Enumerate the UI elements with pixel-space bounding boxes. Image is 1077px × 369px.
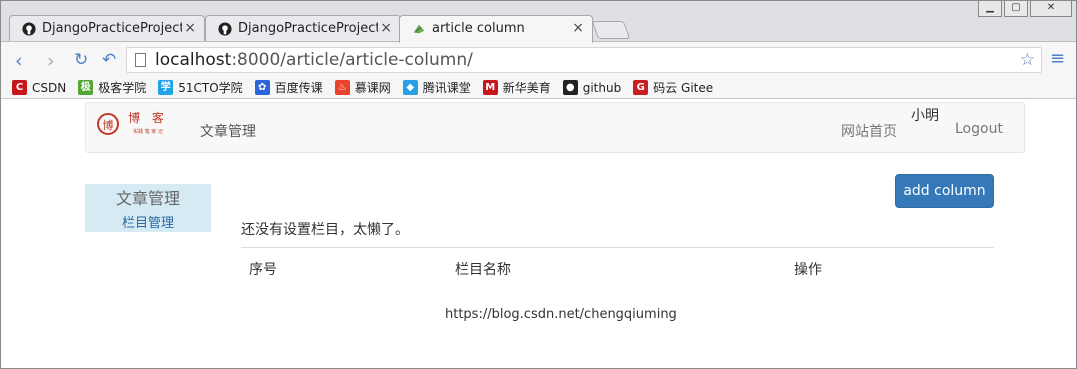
bookmark-label: CSDN (32, 80, 67, 95)
bookmark-item[interactable]: G 码云 Gitee (633, 79, 713, 96)
logo-seal-icon: 博 博 客 实践 笔 家 记 (97, 110, 168, 135)
bookmark-icon: 学 (158, 80, 174, 95)
nav-logout-link[interactable]: Logout (955, 121, 1003, 137)
column-header-action: 操作 (794, 262, 822, 278)
bookmark-label: 极客学院 (98, 81, 147, 95)
site-logo[interactable]: 博 博 客 实践 笔 家 记 (96, 106, 176, 142)
bookmark-star-icon[interactable]: ☆ (1020, 50, 1035, 70)
url-text: localhost:8000/article/article-column/ (155, 50, 473, 70)
tab-close-button[interactable]: × (380, 20, 392, 36)
bookmark-label: 慕课网 (354, 81, 391, 95)
tab-title: article column (432, 21, 525, 36)
divider (241, 247, 994, 248)
add-column-button[interactable]: add column (895, 174, 994, 208)
leaf-icon (413, 24, 425, 34)
column-header-name: 栏目名称 (455, 262, 511, 278)
bookmark-item[interactable]: M 新华美育 (482, 79, 551, 96)
bookmark-icon: G (633, 80, 649, 95)
github-icon (22, 22, 36, 36)
footer-text: https://blog.csdn.net/chengqiuming (445, 307, 677, 322)
bookmark-label: 新华美育 (502, 81, 551, 95)
sidebar-heading: 文章管理 (115, 189, 180, 208)
tab-github-2[interactable]: DjangoPracticeProject/fo × (205, 15, 401, 42)
bookmark-icon: M (482, 80, 498, 95)
bookmark-label: github (582, 80, 622, 95)
tab-close-button[interactable]: × (184, 20, 196, 36)
bookmark-item[interactable]: ♨ 慕课网 (334, 79, 391, 96)
svg-text:实践 笔 家 记: 实践 笔 家 记 (133, 128, 163, 135)
tab-title: DjangoPracticeProject/a (42, 21, 182, 36)
nav-article-manage[interactable]: 文章管理 (200, 121, 256, 141)
svg-text:博: 博 (103, 119, 114, 132)
sidebar-item-column-manage[interactable]: 栏目管理 (85, 212, 211, 231)
page-icon (135, 53, 146, 67)
bookmark-icon: ✿ (254, 80, 270, 95)
forward-icon[interactable]: › (47, 50, 55, 72)
reload-icon[interactable]: ↻ (74, 50, 88, 70)
bookmark-item[interactable]: ✿ 百度传课 (254, 79, 323, 96)
bookmark-icon: ♨ (334, 80, 350, 95)
address-bar[interactable]: localhost:8000/article/article-column/ ☆ (126, 47, 1042, 73)
browser-toolbar: ‹ › ↻ ↶ localhost:8000/article/article-c… (1, 41, 1076, 77)
undo-icon[interactable]: ↶ (102, 50, 116, 70)
nav-username[interactable]: 小明 (911, 105, 939, 125)
maximize-icon[interactable]: ▢ (1004, 1, 1028, 17)
bookmark-label: 百度传课 (274, 81, 323, 95)
window-close-icon[interactable]: ✕ (1030, 1, 1072, 17)
bookmark-label: 腾讯课堂 (422, 81, 471, 95)
empty-message: 还没有设置栏目，太懒了。 (241, 222, 409, 238)
column-header-index: 序号 (249, 262, 277, 278)
window-controls: ▁ ▢ ✕ (978, 1, 1072, 19)
bookmark-icon: C (12, 80, 27, 95)
menu-icon[interactable]: ≡ (1050, 48, 1065, 69)
bookmark-label: 51CTO学院 (178, 81, 243, 95)
sidebar: 文章管理 栏目管理 (85, 184, 211, 232)
bookmark-icon: ● (562, 80, 578, 95)
nav-home-link[interactable]: 网站首页 (841, 121, 897, 141)
bookmark-item[interactable]: 学 51CTO学院 (158, 79, 243, 96)
bookmark-icon: ◆ (402, 80, 418, 95)
bookmark-item[interactable]: 极极客学院 (78, 79, 146, 96)
tab-title: DjangoPracticeProject/fo (238, 21, 378, 36)
back-icon[interactable]: ‹ (15, 50, 23, 72)
new-tab-button[interactable] (591, 21, 631, 39)
tab-article-column[interactable]: article column × (399, 15, 593, 43)
browser-window: DjangoPracticeProject/a × DjangoPractice… (0, 0, 1077, 369)
bookmarks-bar: C CSDN 极极客学院学 51CTO学院 ✿ 百度传课 ♨ 慕课网 ◆ 腾讯课堂 M 新华美育 ● gi… (1, 77, 1076, 99)
bookmark-icon: 极 (78, 80, 94, 95)
page-content: 博 博 客 实践 笔 家 记 文章管理 网站首页 小明 Logout 文章管理 … (1, 100, 1076, 368)
tab-strip: DjangoPracticeProject/a × DjangoPractice… (1, 1, 1076, 43)
github-icon (218, 22, 232, 36)
tab-close-button[interactable]: × (572, 20, 584, 36)
svg-text:博 客: 博 客 (128, 110, 168, 125)
bookmark-label: 码云 Gitee (653, 81, 714, 95)
bookmark-item[interactable]: C CSDN (12, 80, 66, 95)
site-navbar: 博 博 客 实践 笔 家 记 文章管理 网站首页 小明 Logout (85, 102, 1025, 153)
bookmark-item[interactable]: ● github (562, 80, 622, 95)
tab-github-1[interactable]: DjangoPracticeProject/a × (9, 15, 205, 42)
bookmark-item[interactable]: ◆ 腾讯课堂 (402, 79, 471, 96)
minimize-icon[interactable]: ▁ (978, 1, 1002, 17)
